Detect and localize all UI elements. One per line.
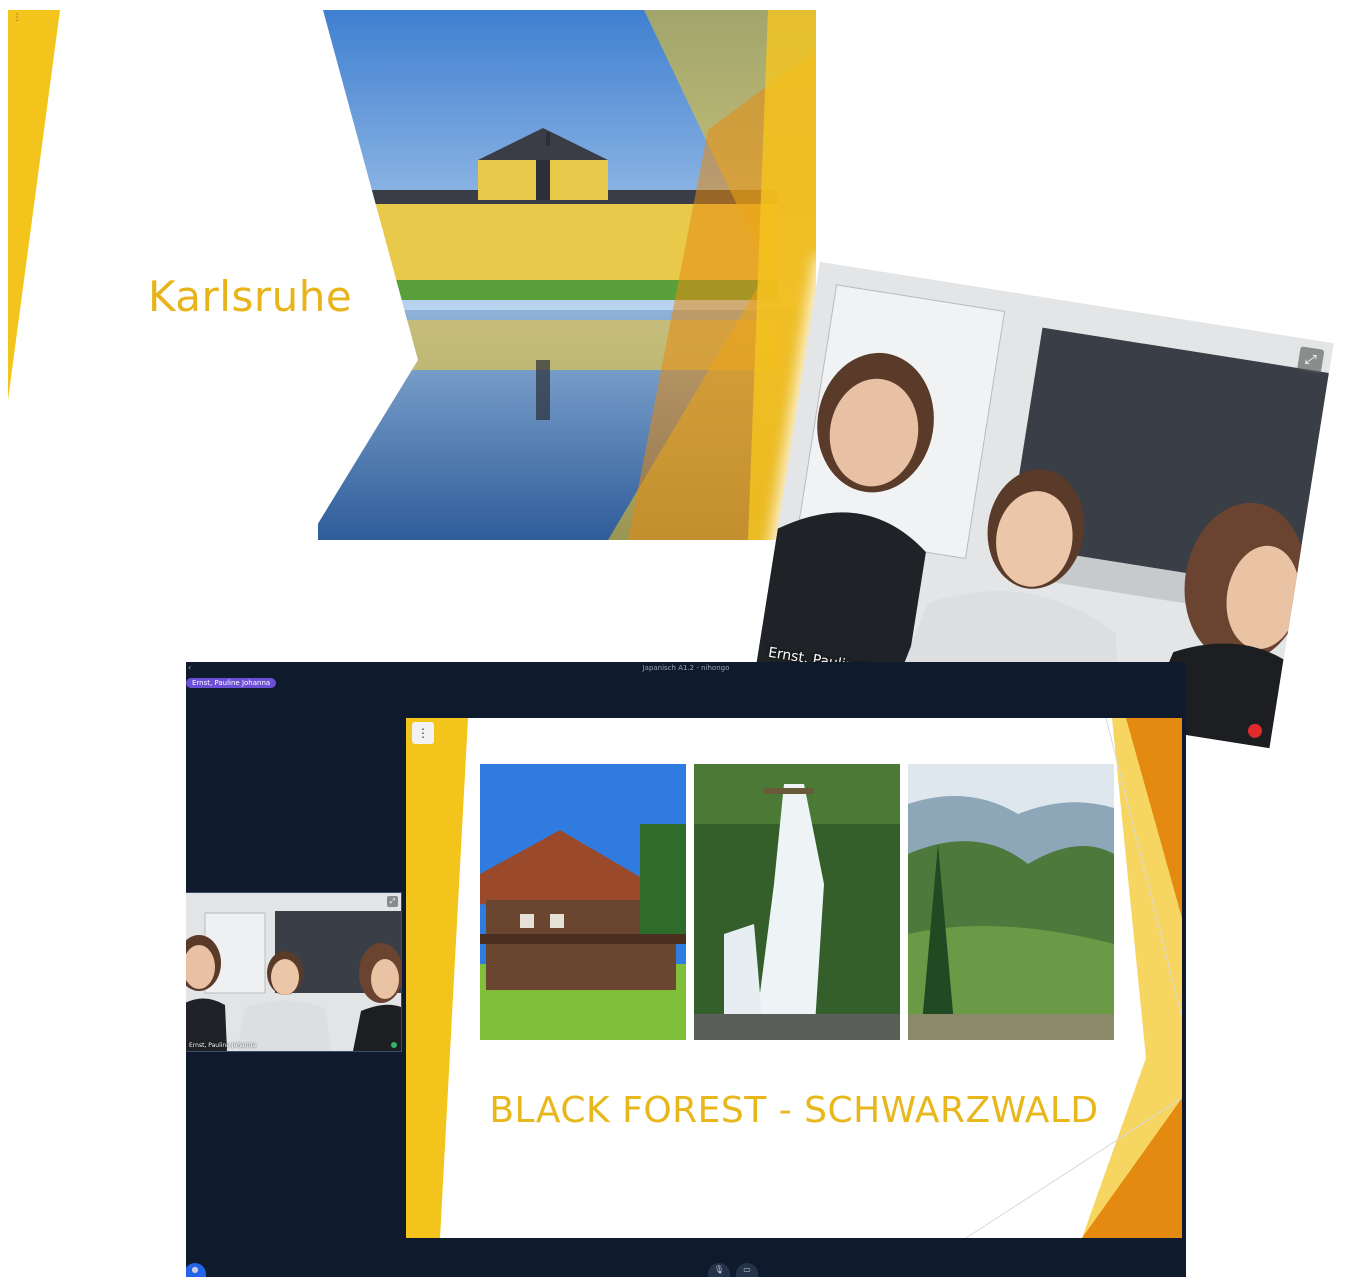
karlsruhe-palace-photo: [8, 10, 816, 540]
expand-icon[interactable]: ⤢: [1296, 346, 1325, 374]
microphone-icon[interactable]: 🎙: [708, 1263, 730, 1277]
farmhouse-photo: [480, 764, 686, 1040]
participant-name: Ernst, Pauline Johanna: [189, 1042, 257, 1049]
karlsruhe-slide: ⋮ Karlsruhe: [8, 10, 816, 540]
meeting-title: Japanisch A1.2 - nihongo: [642, 664, 730, 672]
camera-icon[interactable]: ▭: [736, 1263, 758, 1277]
video-call-window: ‹ Japanisch A1.2 - nihongo Ernst, Paulin…: [186, 662, 1186, 1277]
slide-menu-icon[interactable]: ⋮: [12, 12, 22, 24]
chat-icon[interactable]: ●: [186, 1263, 206, 1277]
expand-icon[interactable]: ⤢: [387, 896, 398, 907]
active-speaker-badge: Ernst, Pauline Johanna: [186, 678, 277, 688]
black-forest-slide: ⋮ BLACK FOREST - SCHWARZWALD: [406, 718, 1182, 1238]
webcam-tile-small[interactable]: ⤢ Ernst, Pauline Johanna: [186, 892, 402, 1052]
slide-title: BLACK FOREST - SCHWARZWALD: [489, 1090, 1099, 1131]
webcam-video: [186, 893, 401, 1051]
slide-title: Karlsruhe: [148, 272, 353, 321]
slide-menu-icon[interactable]: ⋮: [412, 722, 434, 744]
waterfall-photo: [694, 764, 900, 1040]
mic-status-icon: [391, 1042, 397, 1048]
valley-photo: [908, 764, 1114, 1040]
